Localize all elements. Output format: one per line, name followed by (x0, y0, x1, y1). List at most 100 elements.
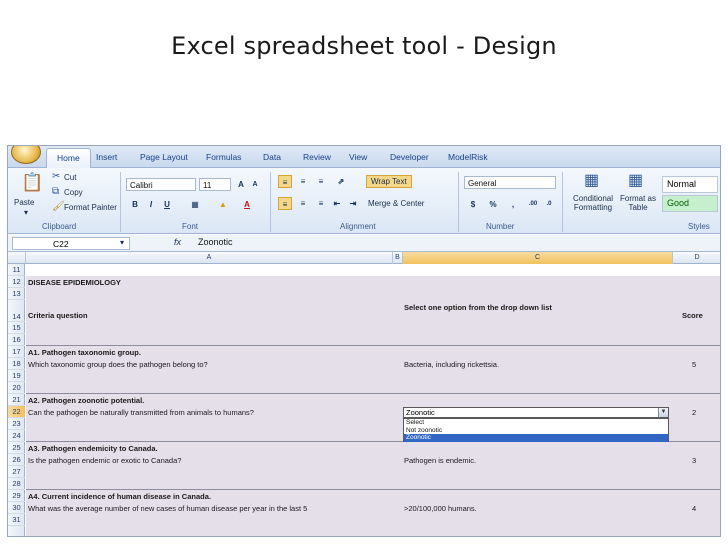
style-normal[interactable]: Normal (662, 176, 718, 193)
align-bottom-icon[interactable]: ≡ (314, 175, 328, 188)
decrease-indent-icon[interactable]: ⇤ (330, 197, 344, 210)
score-cell[interactable]: 2 (692, 407, 696, 418)
tab-home[interactable]: Home (46, 148, 91, 168)
row-header[interactable]: 29 (8, 490, 25, 502)
font-color-icon[interactable]: A (240, 198, 254, 211)
score-cell[interactable]: 5 (692, 359, 696, 370)
number-format-select[interactable]: General (464, 176, 556, 189)
decrease-decimal-icon[interactable]: .0 (542, 198, 556, 211)
row-header[interactable]: 21 (8, 394, 25, 406)
row-header[interactable]: 12 (8, 276, 25, 288)
dropdown-option[interactable]: Select (404, 419, 668, 427)
font-name-select[interactable]: Calibri (126, 178, 196, 191)
question-text[interactable]: What was the average number of new cases… (28, 503, 307, 514)
formula-input[interactable]: Zoonotic (198, 237, 233, 247)
dropdown-option[interactable]: Zoonotic (404, 434, 668, 442)
wrap-text-button[interactable]: Wrap Text (366, 175, 412, 188)
bold-icon[interactable]: B (128, 198, 142, 211)
align-left-icon[interactable]: ≡ (278, 197, 292, 210)
chevron-down-icon[interactable]: ▾ (120, 238, 124, 247)
answer-cell[interactable]: Bacteria, including rickettsia. (404, 359, 499, 370)
answer-cell[interactable]: Pathogen is endemic. (404, 455, 476, 466)
chevron-down-icon[interactable]: ▾ (24, 208, 28, 217)
align-middle-icon[interactable]: ≡ (296, 175, 310, 188)
borders-icon[interactable]: ▦ (188, 198, 202, 211)
comma-style-icon[interactable]: , (506, 198, 520, 211)
row-header[interactable]: 22 (8, 406, 25, 418)
format-as-table-icon[interactable]: ▦ (628, 172, 643, 190)
select-option-header[interactable]: Select one option from the drop down lis… (404, 302, 552, 313)
tab-data[interactable]: Data (263, 152, 281, 162)
italic-icon[interactable]: I (144, 198, 158, 211)
format-as-table-button[interactable]: Format as Table (617, 194, 659, 212)
row-header[interactable]: 24 (8, 430, 25, 442)
font-size-select[interactable]: 11 (199, 178, 231, 191)
align-top-icon[interactable]: ≡ (278, 175, 292, 188)
row-header[interactable]: 28 (8, 478, 25, 490)
score-header[interactable]: Score (682, 310, 703, 321)
tab-view[interactable]: View (349, 152, 367, 162)
tab-developer[interactable]: Developer (390, 152, 429, 162)
row-header[interactable]: 20 (8, 382, 25, 394)
row-header[interactable]: 30 (8, 502, 25, 514)
tab-formulas[interactable]: Formulas (206, 152, 241, 162)
paste-button[interactable]: Paste (14, 198, 34, 207)
row-header[interactable]: 11 (8, 264, 25, 276)
conditional-formatting-icon[interactable]: ▦ (584, 172, 599, 190)
tab-modelrisk[interactable]: ModelRisk (448, 152, 488, 162)
select-all-corner[interactable] (8, 252, 26, 264)
column-header-d[interactable]: D (673, 252, 720, 264)
section-title[interactable]: DISEASE EPIDEMIOLOGY (28, 277, 121, 288)
question-text[interactable]: Which taxonomic group does the pathogen … (28, 359, 208, 370)
column-header-b[interactable]: B (393, 252, 403, 264)
cut-button[interactable]: Cut (64, 173, 76, 182)
copy-icon[interactable]: ⧉ (52, 186, 59, 198)
row-header[interactable]: 13 (8, 288, 25, 300)
name-box[interactable]: C22 (12, 237, 130, 250)
conditional-formatting-button[interactable]: Conditional Formatting (568, 194, 618, 212)
increase-decimal-icon[interactable]: .00 (526, 198, 540, 211)
row-header[interactable]: 26 (8, 454, 25, 466)
criteria-header[interactable]: Criteria question (28, 310, 88, 321)
question-title[interactable]: A4. Current incidence of human disease i… (28, 491, 211, 502)
fx-icon[interactable]: fx (174, 237, 181, 247)
merge-center-button[interactable]: Merge & Center (368, 199, 424, 208)
question-title[interactable]: A2. Pathogen zoonotic potential. (28, 395, 144, 406)
row-header[interactable]: 15 (8, 322, 25, 334)
office-button[interactable] (11, 146, 41, 164)
chevron-down-icon[interactable]: ▼ (658, 408, 668, 417)
dropdown-option[interactable]: Not zoonotic (404, 427, 668, 435)
fill-color-icon[interactable]: ▲ (216, 198, 230, 211)
row-header[interactable]: 31 (8, 514, 25, 526)
column-header-a[interactable]: A (26, 252, 393, 264)
format-painter-icon[interactable]: 🖌 (52, 201, 65, 213)
row-header[interactable]: 27 (8, 466, 25, 478)
score-cell[interactable]: 4 (692, 503, 696, 514)
row-header[interactable]: 16 (8, 334, 25, 346)
paste-icon[interactable]: 📋 (21, 172, 43, 192)
format-painter-button[interactable]: Format Painter (64, 203, 117, 212)
row-header[interactable]: 19 (8, 370, 25, 382)
tab-review[interactable]: Review (303, 152, 331, 162)
increase-indent-icon[interactable]: ⇥ (346, 197, 360, 210)
row-header[interactable]: 25 (8, 442, 25, 454)
question-text[interactable]: Is the pathogen endemic or exotic to Can… (28, 455, 181, 466)
row-header[interactable]: 23 (8, 418, 25, 430)
row-header[interactable]: 18 (8, 358, 25, 370)
tab-insert[interactable]: Insert (96, 152, 117, 162)
row-header[interactable]: 17 (8, 346, 25, 358)
copy-button[interactable]: Copy (64, 188, 83, 197)
question-text[interactable]: Can the pathogen be naturally transmitte… (28, 407, 254, 418)
answer-cell[interactable]: >20/100,000 humans. (404, 503, 477, 514)
align-center-icon[interactable]: ≡ (296, 197, 310, 210)
scissors-icon[interactable]: ✂ (52, 171, 60, 183)
column-header-c[interactable]: C (403, 252, 673, 264)
style-good[interactable]: Good (662, 195, 718, 212)
zoonotic-dropdown[interactable]: Zoonotic ▼ (403, 407, 669, 418)
score-cell[interactable]: 3 (692, 455, 696, 466)
currency-icon[interactable]: $ (466, 198, 480, 211)
question-title[interactable]: A3. Pathogen endemicity to Canada. (28, 443, 158, 454)
tab-page-layout[interactable]: Page Layout (140, 152, 188, 162)
orientation-icon[interactable]: ⇗ (334, 175, 348, 188)
align-right-icon[interactable]: ≡ (314, 197, 328, 210)
